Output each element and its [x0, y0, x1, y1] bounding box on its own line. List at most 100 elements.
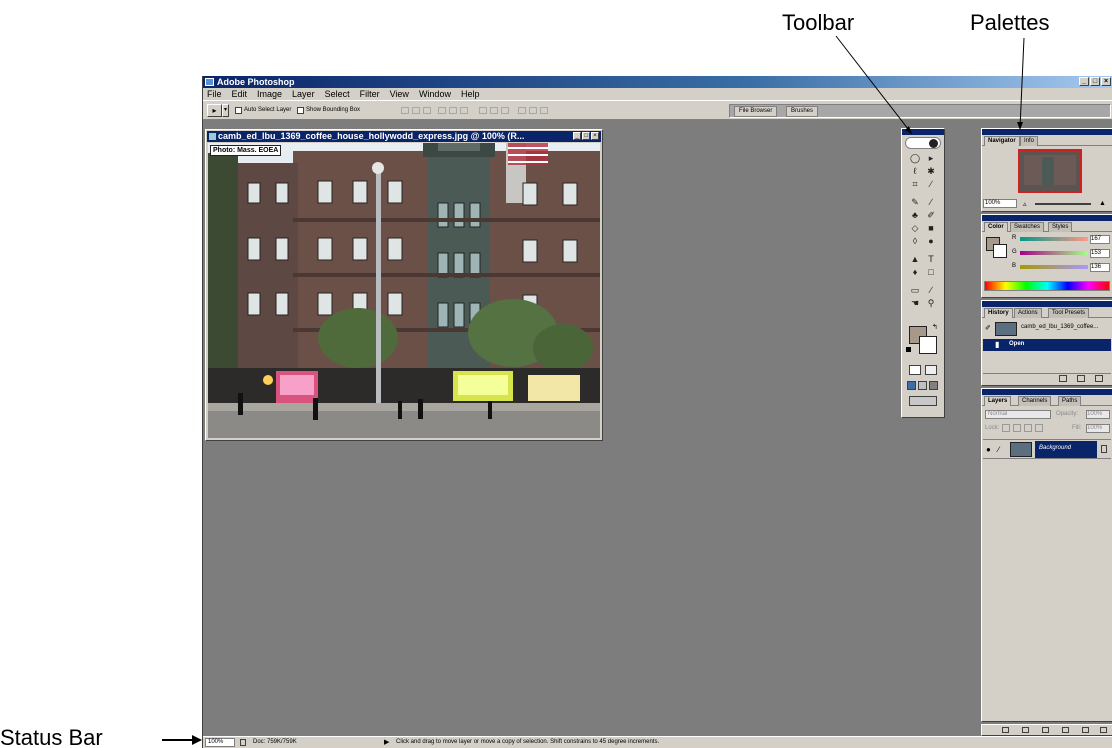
- tool-presets-tab[interactable]: Tool Presets: [1048, 308, 1090, 318]
- move-tool-preset-button[interactable]: ▸: [207, 104, 222, 117]
- blue-slider[interactable]: [1020, 265, 1088, 269]
- actions-tab[interactable]: Actions: [1014, 308, 1042, 318]
- full-screen-mode-icon[interactable]: [929, 381, 938, 390]
- maximize-button[interactable]: □: [1090, 77, 1100, 86]
- channels-tab[interactable]: Channels: [1018, 396, 1052, 406]
- zoom-out-icon[interactable]: ▵: [1023, 200, 1027, 208]
- clone-stamp-tool-icon[interactable]: ♣: [908, 210, 922, 221]
- notes-tool-icon[interactable]: ▭: [908, 285, 922, 296]
- distribute-center-icon[interactable]: [529, 107, 537, 114]
- lock-image-icon[interactable]: [1013, 424, 1021, 432]
- align-middle-icon[interactable]: [412, 107, 420, 114]
- menu-help[interactable]: Help: [461, 88, 480, 100]
- default-colors-icon[interactable]: [906, 347, 911, 352]
- move-tool-icon[interactable]: ▸: [924, 153, 938, 164]
- jump-to-imageready-icon[interactable]: [909, 396, 937, 406]
- pen-tool-icon[interactable]: ♦: [908, 267, 922, 278]
- styles-tab[interactable]: Styles: [1048, 222, 1073, 232]
- distribute-left-icon[interactable]: [518, 107, 526, 114]
- blue-value-field[interactable]: 136: [1090, 263, 1110, 272]
- document-minimize-button[interactable]: _: [573, 132, 581, 140]
- menu-file[interactable]: File: [207, 88, 222, 100]
- quick-mask-mode-icon[interactable]: [925, 365, 937, 375]
- lasso-tool-icon[interactable]: ℓ: [908, 166, 922, 177]
- history-snapshot-row[interactable]: ✐ camb_ed_lbu_1369_coffee...: [983, 321, 1111, 337]
- full-screen-menu-mode-icon[interactable]: [918, 381, 927, 390]
- delete-layer-icon[interactable]: [1100, 727, 1107, 733]
- info-tab[interactable]: Info: [1020, 136, 1039, 146]
- new-layer-icon[interactable]: [1082, 727, 1089, 733]
- shape-tool-icon[interactable]: □: [924, 267, 938, 278]
- distribute-right-icon[interactable]: [540, 107, 548, 114]
- blur-tool-icon[interactable]: ◊: [908, 236, 922, 247]
- status-arrow-icon[interactable]: ▶: [384, 737, 389, 748]
- auto-select-layer-checkbox[interactable]: Auto Select Layer: [235, 106, 291, 115]
- toolbox-grip[interactable]: [902, 129, 944, 135]
- lock-all-icon[interactable]: [1035, 424, 1043, 432]
- close-button[interactable]: ×: [1101, 77, 1111, 86]
- layer-style-icon[interactable]: [1002, 727, 1009, 733]
- green-slider[interactable]: [1020, 251, 1088, 255]
- layer-row[interactable]: ● ∕ Background: [983, 439, 1111, 459]
- zoom-tool-icon[interactable]: ⚲: [924, 298, 938, 309]
- align-top-icon[interactable]: [401, 107, 409, 114]
- distribute-middle-icon[interactable]: [490, 107, 498, 114]
- eye-icon[interactable]: ●: [986, 445, 991, 454]
- history-state-row[interactable]: ▮ Open: [983, 339, 1111, 351]
- swatches-tab[interactable]: Swatches: [1010, 222, 1045, 232]
- fill-field[interactable]: 100%: [1086, 424, 1110, 433]
- eyedropper-tool-icon[interactable]: ∕: [924, 285, 938, 296]
- lock-transparency-icon[interactable]: [1002, 424, 1010, 432]
- adjustment-layer-icon[interactable]: [1062, 727, 1069, 733]
- menu-image[interactable]: Image: [257, 88, 282, 100]
- navigator-zoom-slider[interactable]: [1035, 203, 1091, 205]
- menu-select[interactable]: Select: [325, 88, 350, 100]
- swap-colors-icon[interactable]: ↰: [932, 323, 938, 331]
- document-size[interactable]: Doc: 759K/759K: [253, 737, 297, 748]
- lock-position-icon[interactable]: [1024, 424, 1032, 432]
- marquee-tool-icon[interactable]: ◯: [908, 153, 922, 164]
- align-center-icon[interactable]: [449, 107, 457, 114]
- type-tool-icon[interactable]: T: [924, 254, 938, 265]
- navigator-tab[interactable]: Navigator: [984, 136, 1020, 146]
- document-info-icon[interactable]: [240, 739, 246, 746]
- crop-tool-icon[interactable]: ⌗: [908, 179, 922, 190]
- new-snapshot-icon[interactable]: [1077, 375, 1085, 382]
- eraser-tool-icon[interactable]: ◇: [908, 223, 922, 234]
- layer-mask-icon[interactable]: [1022, 727, 1029, 733]
- document-maximize-button[interactable]: □: [582, 132, 590, 140]
- healing-brush-tool-icon[interactable]: ✎: [908, 197, 922, 208]
- color-tab[interactable]: Color: [984, 222, 1008, 232]
- new-document-icon[interactable]: [1059, 375, 1067, 382]
- menu-filter[interactable]: Filter: [360, 88, 380, 100]
- layers-tab[interactable]: Layers: [984, 396, 1012, 406]
- magic-wand-tool-icon[interactable]: ✱: [924, 166, 938, 177]
- history-tab[interactable]: History: [984, 308, 1013, 318]
- new-set-icon[interactable]: [1042, 727, 1049, 733]
- zoom-in-icon[interactable]: ▲: [1099, 200, 1106, 207]
- align-right-icon[interactable]: [460, 107, 468, 114]
- show-bounding-box-checkbox[interactable]: Show Bounding Box: [297, 106, 360, 115]
- menu-edit[interactable]: Edit: [232, 88, 248, 100]
- align-bottom-icon[interactable]: [423, 107, 431, 114]
- background-color-swatch[interactable]: [919, 336, 937, 354]
- navigator-zoom-field[interactable]: 100%: [983, 199, 1017, 208]
- distribute-bottom-icon[interactable]: [501, 107, 509, 114]
- brush-tool-icon[interactable]: ∕: [924, 197, 938, 208]
- color-ramp[interactable]: [984, 281, 1110, 291]
- red-slider[interactable]: [1020, 237, 1088, 241]
- trash-icon[interactable]: [1095, 375, 1103, 382]
- hand-tool-icon[interactable]: ☚: [908, 298, 922, 309]
- slice-tool-icon[interactable]: ∕: [924, 179, 938, 190]
- align-left-icon[interactable]: [438, 107, 446, 114]
- distribute-top-icon[interactable]: [479, 107, 487, 114]
- document-close-button[interactable]: ×: [591, 132, 599, 140]
- paths-tab[interactable]: Paths: [1058, 396, 1082, 406]
- tool-preset-dropdown[interactable]: ▾: [222, 104, 229, 117]
- gradient-tool-icon[interactable]: ■: [924, 223, 938, 234]
- blend-mode-select[interactable]: Normal: [985, 410, 1051, 419]
- document-canvas[interactable]: Photo: Mass. EOEA: [208, 143, 600, 438]
- minimize-button[interactable]: _: [1079, 77, 1089, 86]
- history-brush-tool-icon[interactable]: ✐: [924, 210, 938, 221]
- navigator-thumbnail[interactable]: [1018, 149, 1082, 193]
